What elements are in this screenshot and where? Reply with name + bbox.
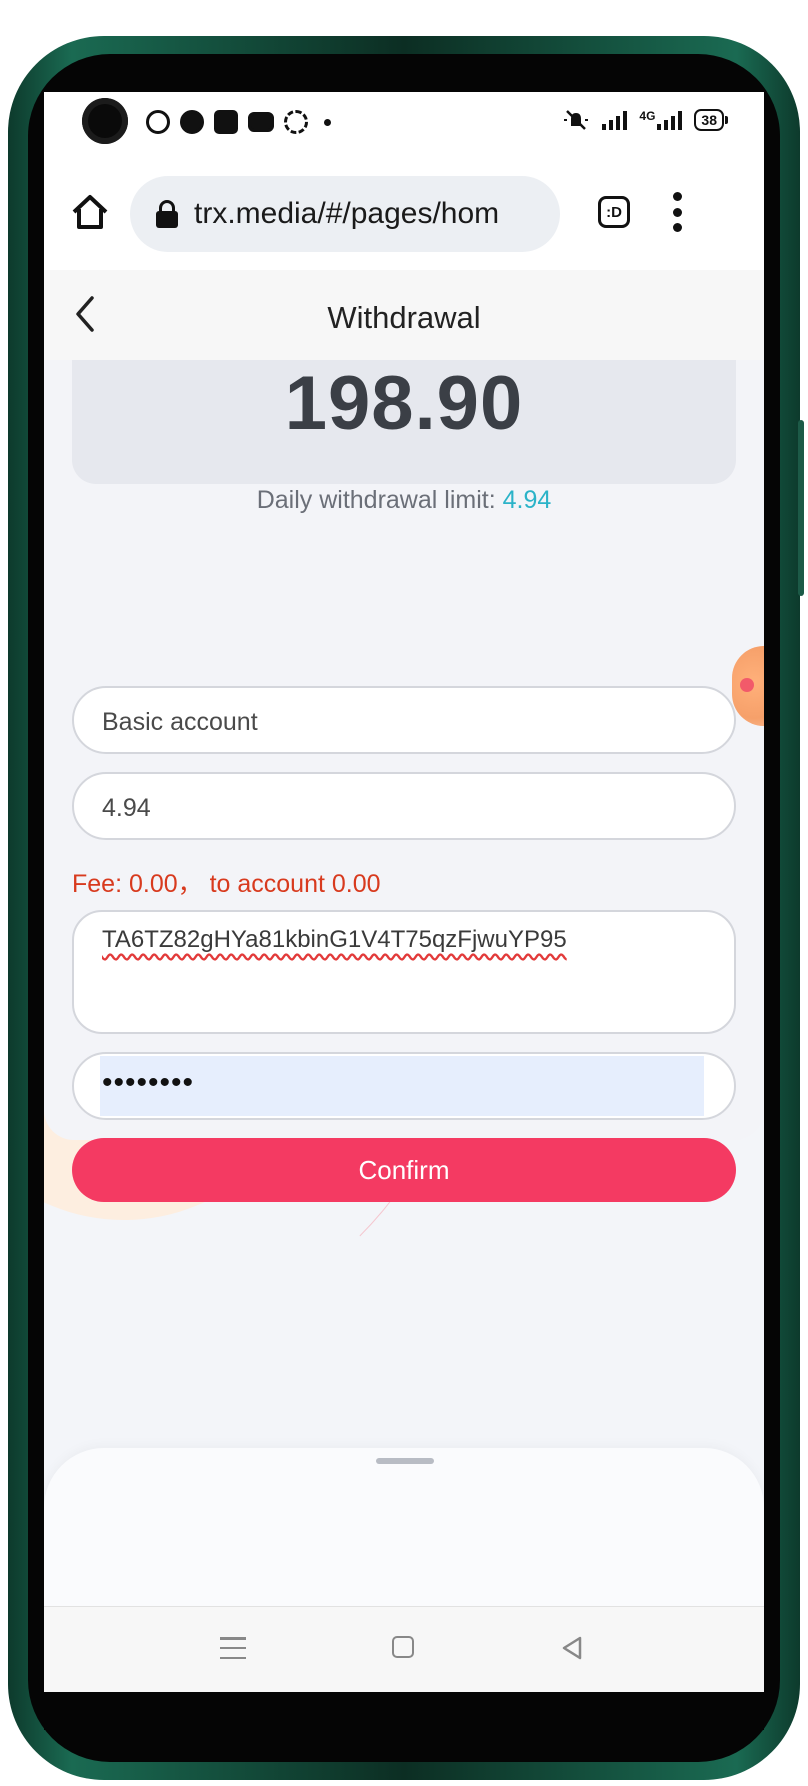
vpn-icon: [214, 110, 238, 134]
balance-box: 198.90: [72, 360, 736, 484]
account-type-select[interactable]: Basic account: [72, 686, 736, 754]
sheet-drag-handle[interactable]: [376, 1458, 434, 1464]
tab-switcher-icon[interactable]: :D: [598, 196, 630, 228]
signal-4g-icon: 4G: [639, 109, 683, 130]
daily-limit-value: 4.94: [502, 486, 552, 514]
address-bar[interactable]: trx.media/#/pages/hom: [130, 176, 560, 252]
url-text[interactable]: trx.media/#/pages/hom: [194, 197, 544, 231]
status-right: 4G 38: [562, 108, 728, 132]
system-nav-bar: [44, 1606, 764, 1692]
lock-icon[interactable]: [156, 200, 178, 228]
wallet-address-value: TA6TZ82gHYa81kbinG1V4T75qzFjwuYP95: [102, 926, 567, 953]
network-label: 4G: [639, 109, 656, 123]
account-type-value: Basic account: [102, 708, 258, 736]
bottom-bezel: [44, 1692, 764, 1730]
amount-input[interactable]: 4.94: [72, 772, 736, 840]
whatsapp-icon: [146, 110, 170, 134]
side-button: [798, 420, 804, 596]
page-header: Withdrawal: [44, 270, 764, 360]
youtube-icon: [248, 112, 274, 132]
tab-switcher-label: :D: [606, 203, 622, 221]
amount-value: 4.94: [102, 794, 151, 822]
withdrawal-card: 198.90 Daily withdrawal limit: 4.94 Basi…: [44, 360, 764, 1140]
password-input[interactable]: ••••••••: [72, 1052, 736, 1120]
back-triangle-icon[interactable]: [560, 1635, 584, 1661]
password-mask: ••••••••: [102, 1066, 195, 1099]
screen: 4G 38 trx.media/#/pages/hom :D Withdrawa…: [44, 92, 764, 1692]
mute-bell-icon: [564, 110, 589, 130]
daily-limit: Daily withdrawal limit: 4.94: [44, 486, 764, 515]
wallet-address-input[interactable]: TA6TZ82gHYa81kbinG1V4T75qzFjwuYP95: [72, 910, 736, 1034]
notification-dot: [324, 118, 331, 126]
telegram-icon: [180, 110, 204, 134]
recents-icon[interactable]: [220, 1637, 246, 1659]
home-icon[interactable]: [66, 188, 114, 236]
status-icons: [122, 110, 331, 134]
status-bar: 4G 38: [44, 92, 764, 158]
browser-toolbar: trx.media/#/pages/hom :D: [44, 158, 764, 271]
fee-text: Fee: 0.00， to account 0.00: [72, 870, 381, 898]
page-title: Withdrawal: [327, 300, 481, 335]
withdrawal-content: 198.90 Daily withdrawal limit: 4.94 Basi…: [44, 360, 764, 1692]
front-camera: [82, 98, 128, 144]
more-vert-icon[interactable]: [670, 192, 684, 232]
daily-limit-label: Daily withdrawal limit:: [256, 486, 496, 514]
battery-level: 38: [701, 112, 717, 128]
balance-value: 198.90: [284, 361, 524, 446]
battery-icon: 38: [694, 109, 728, 131]
home-square-icon[interactable]: [392, 1636, 414, 1658]
confirm-button[interactable]: Confirm: [72, 1138, 736, 1202]
signal-icon: [602, 110, 628, 130]
sync-icon: [284, 110, 308, 134]
